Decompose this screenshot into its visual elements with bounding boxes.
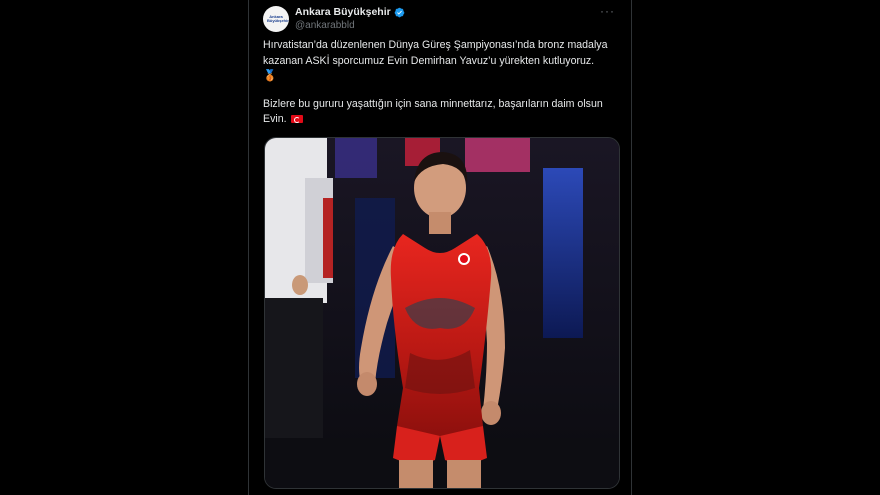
bronze-medal-icon: 🥉 xyxy=(263,70,277,82)
avatar-logo: Ankara Büyükşehir xyxy=(267,14,289,23)
tweet-paragraph-2: Bizlere bu gururu yaşattığın için sana m… xyxy=(263,97,623,128)
turkey-flag-icon xyxy=(290,115,303,123)
wrestler-photo-illustration xyxy=(265,138,619,488)
more-options-button[interactable]: ··· xyxy=(600,5,615,17)
author-name[interactable]: Ankara Büyükşehir xyxy=(295,6,391,18)
tweet-paragraph-1: Hırvatistan’da düzenlenen Dünya Güreş Şa… xyxy=(263,38,623,85)
tweet-paragraph-2-text: Bizlere bu gururu yaşattığın için sana m… xyxy=(263,97,603,126)
avatar[interactable]: Ankara Büyükşehir xyxy=(263,6,289,32)
author-row: Ankara Büyükşehir xyxy=(295,6,405,18)
tweet-photo[interactable] xyxy=(264,137,620,489)
tweet-text: Hırvatistan’da düzenlenen Dünya Güreş Şa… xyxy=(263,38,623,128)
tweet-card[interactable]: Ankara Büyükşehir Ankara Büyükşehir @ank… xyxy=(248,0,632,495)
author-handle[interactable]: @ankarabbld xyxy=(295,20,355,31)
tweet-paragraph-1-text: Hırvatistan’da düzenlenen Dünya Güreş Şa… xyxy=(263,39,608,67)
verified-badge-icon xyxy=(394,7,405,17)
